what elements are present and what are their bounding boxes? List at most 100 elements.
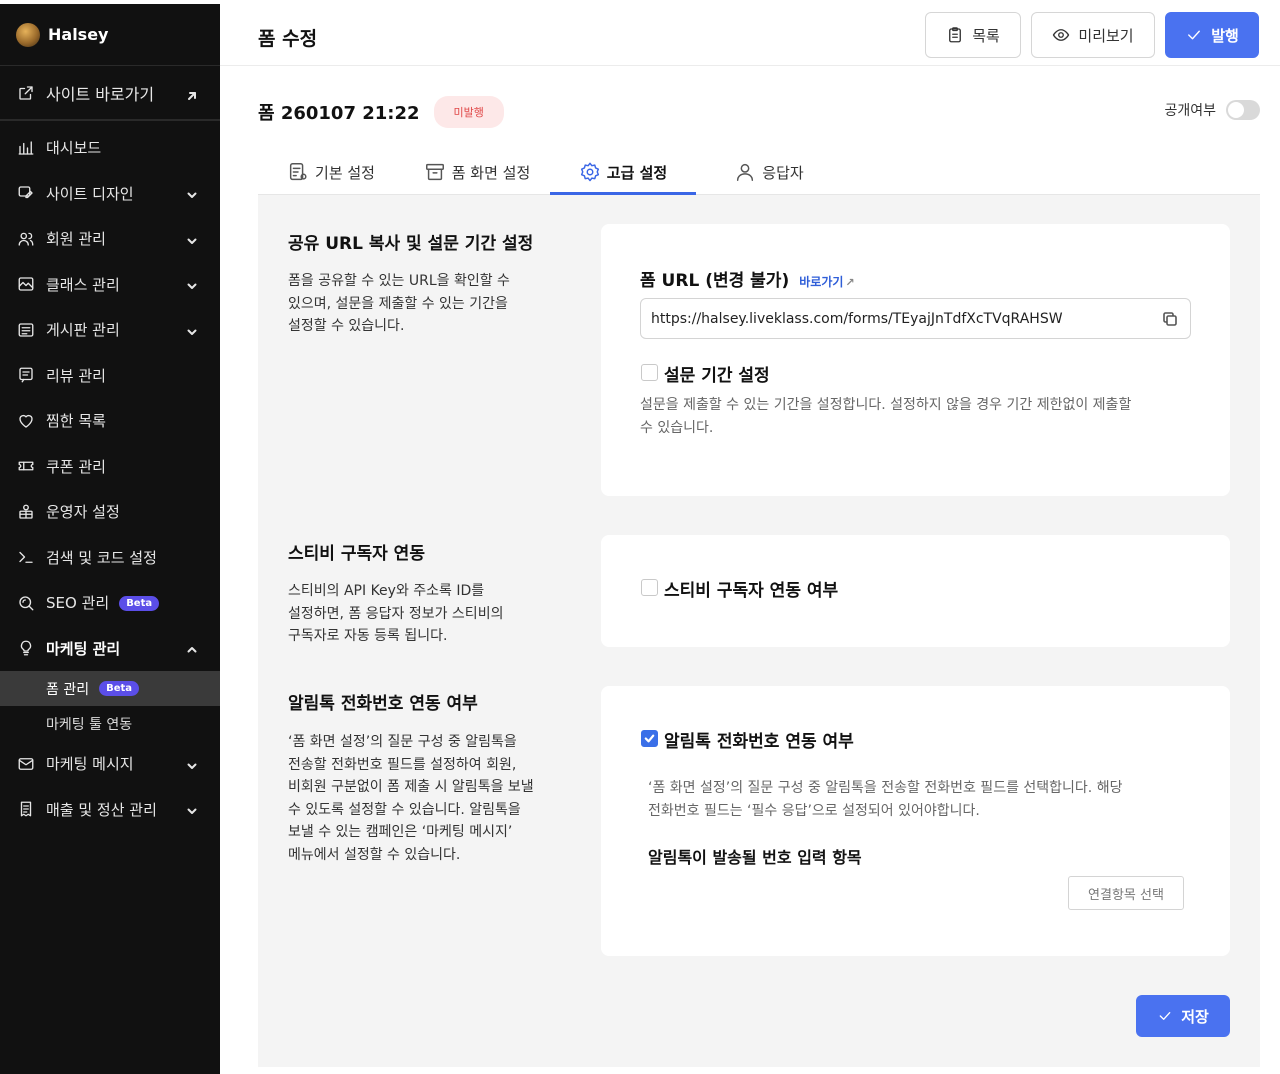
sidebar-item-coupon[interactable]: 쿠폰 관리 — [0, 444, 220, 490]
sidebar-item-site-shortcut[interactable]: 사이트 바로가기 — [0, 66, 220, 120]
coupon-icon — [16, 456, 36, 476]
save-button[interactable]: 저장 — [1136, 995, 1230, 1037]
sidebar-item-seo[interactable]: SEO 관리 Beta — [0, 580, 220, 626]
share-card: 폼 URL (변경 불가) 바로가기 ↗ https://halsey.livekl… — [601, 224, 1230, 496]
desc-line: ‘폼 화면 설정’의 질문 구성 중 알림톡을 전송할 전화번호 필드를 선택합… — [648, 780, 1123, 796]
form-url-value: https://halsey.liveklass.com/forms/TEyaj… — [651, 310, 1063, 327]
sidebar-item-text: 검색 및 코드 설정 — [46, 548, 157, 567]
sidebar-item-review[interactable]: 리뷰 관리 — [0, 353, 220, 399]
sidebar-item-receipt[interactable]: 매출 및 정산 관리 — [0, 787, 220, 833]
sidebar-item-text: 리뷰 관리 — [46, 366, 106, 385]
period-checkbox[interactable] — [641, 364, 658, 381]
alimtalk-checkbox[interactable] — [641, 730, 658, 747]
external-link-icon — [16, 83, 36, 103]
list-button[interactable]: 목록 — [925, 12, 1021, 58]
chevron-up-icon — [186, 642, 198, 654]
sidebar-item-operator[interactable]: 운영자 설정 — [0, 489, 220, 535]
heart-icon — [16, 411, 36, 431]
sidebar-item-heart[interactable]: 찜한 목록 — [0, 398, 220, 444]
gear-icon — [580, 162, 599, 182]
desc-line: 구독자로 자동 등록 됩니다. — [288, 628, 448, 644]
save-button-label: 저장 — [1181, 1007, 1209, 1026]
sidebar-item-label: 클래스 관리 — [46, 274, 186, 295]
preview-button[interactable]: 미리보기 — [1031, 12, 1155, 58]
alimtalk-section-title: 알림톡 전화번호 연동 여부 — [288, 694, 478, 714]
beta-badge: Beta — [99, 681, 140, 696]
terminal-icon — [16, 547, 36, 567]
brand[interactable]: Halsey — [0, 4, 220, 66]
status-badge: 미발행 — [433, 96, 504, 128]
select-linked-field-button[interactable]: 연결항목 선택 — [1068, 876, 1184, 910]
chevron-down-icon — [186, 758, 198, 770]
archive-icon — [425, 163, 444, 181]
sidebar-item-text: 마케팅 메시지 — [46, 755, 134, 774]
stibee-section-description: 스티비의 API Key와 주소록 ID를 설정하면, 폼 응답자 정보가 스티… — [288, 580, 558, 648]
sidebar-item-members[interactable]: 회원 관리 — [0, 216, 220, 262]
beta-badge: Beta — [119, 596, 160, 612]
sidebar-nav: 대시보드사이트 디자인회원 관리클래스 관리게시판 관리리뷰 관리찜한 목록쿠폰… — [0, 125, 220, 832]
publish-button[interactable]: 발행 — [1165, 12, 1259, 58]
chevron-down-icon — [186, 278, 198, 290]
tab-advanced-settings[interactable]: 고급 설정 — [550, 150, 696, 195]
header: 폼 수정 목록 미리보기 발행 — [220, 4, 1280, 66]
sidebar-item-text: 클래스 관리 — [46, 275, 120, 294]
period-description: 설문을 제출할 수 있는 기간을 설정합니다. 설정하지 않을 경우 기간 제한… — [640, 394, 1131, 439]
alimtalk-field-label: 알림톡이 발송될 번호 입력 항목 — [648, 848, 862, 867]
sidebar-item-text: 회원 관리 — [46, 230, 106, 249]
chevron-down-icon — [186, 803, 198, 815]
public-toggle-group: 공개여부 — [1164, 100, 1260, 120]
share-section-title: 공유 URL 복사 및 설문 기간 설정 — [288, 234, 534, 254]
stibee-checkbox-label: 스티비 구독자 연동 여부 — [664, 581, 839, 601]
share-section-description: 폼을 공유할 수 있는 URL을 확인할 수 있으며, 설문을 제출할 수 있는… — [288, 270, 558, 338]
public-label: 공개여부 — [1164, 103, 1216, 119]
sidebar-item-label: 회원 관리 — [46, 228, 186, 249]
sidebar-item-text: 사이트 디자인 — [46, 184, 134, 203]
tab-basic-settings[interactable]: 기본 설정 — [258, 150, 404, 194]
sidebar-item-label: SEO 관리 Beta — [46, 592, 198, 613]
check-icon — [644, 734, 654, 742]
arrow-up-right-icon — [186, 87, 198, 100]
alimtalk-card: 알림톡 전화번호 연동 여부 ‘폼 화면 설정’의 질문 구성 중 알림톡을 전… — [601, 686, 1230, 956]
sidebar-item-mail[interactable]: 마케팅 메시지 — [0, 741, 220, 787]
sidebar-item-board[interactable]: 게시판 관리 — [0, 307, 220, 353]
sidebar-item-dashboard[interactable]: 대시보드 — [0, 125, 220, 171]
tab-bar: 기본 설정 폼 화면 설정 고급 설정 응답자 — [258, 150, 1260, 195]
sidebar-item-bulb[interactable]: 마케팅 관리 — [0, 626, 220, 672]
sidebar-subitem[interactable]: 마케팅 툴 연동 — [0, 706, 220, 741]
preview-button-label: 미리보기 — [1078, 26, 1134, 45]
form-url-field[interactable]: https://halsey.liveklass.com/forms/TEyaj… — [640, 298, 1191, 339]
chevron-down-icon — [186, 324, 198, 336]
chevron-down-icon — [186, 233, 198, 245]
sidebar-item-label: 운영자 설정 — [46, 501, 198, 522]
arrow-up-right-icon: ↗ — [845, 276, 855, 289]
go-to-link[interactable]: 바로가기 — [799, 275, 843, 289]
sidebar-item-text: 찜한 목록 — [46, 412, 106, 431]
tab-respondents[interactable]: 응답자 — [696, 150, 842, 194]
sidebar-item-label: 쿠폰 관리 — [46, 456, 198, 477]
sidebar-item-label: 마케팅 메시지 — [46, 753, 186, 774]
eye-icon — [1053, 29, 1070, 41]
alimtalk-section-description: ‘폼 화면 설정’의 질문 구성 중 알림톡을 전송할 전화번호 필드를 설정하… — [288, 731, 558, 866]
tab-form-screen-settings[interactable]: 폼 화면 설정 — [404, 150, 550, 194]
sidebar-subitem[interactable]: 폼 관리 Beta — [0, 671, 220, 706]
stibee-checkbox[interactable] — [641, 579, 658, 596]
sidebar-item-class[interactable]: 클래스 관리 — [0, 262, 220, 308]
tab-label: 고급 설정 — [606, 163, 668, 182]
sidebar-item-design[interactable]: 사이트 디자인 — [0, 171, 220, 217]
desc-line: 보낼 수 있는 캠페인은 ‘마케팅 메시지’ — [288, 824, 513, 840]
form-url-label: 폼 URL (변경 불가) 바로가기 ↗ — [640, 266, 855, 291]
tab-label: 기본 설정 — [315, 163, 375, 182]
sidebar-item-label: 게시판 관리 — [46, 319, 186, 340]
sidebar-item-text: 대시보드 — [46, 139, 102, 158]
tab-label: 응답자 — [762, 163, 804, 182]
form-header: 폼 260107 21:22 미발행 — [258, 96, 504, 128]
desc-line: 설정할 수 있습니다. — [288, 318, 405, 334]
sidebar-item-label: 리뷰 관리 — [46, 365, 198, 386]
desc-line: ‘폼 화면 설정’의 질문 구성 중 알림톡을 — [288, 734, 517, 750]
brand-name: Halsey — [48, 25, 109, 44]
list-button-label: 목록 — [972, 26, 1000, 45]
copy-icon[interactable] — [1162, 311, 1178, 327]
public-toggle[interactable] — [1226, 100, 1260, 120]
members-icon — [16, 229, 36, 249]
sidebar-item-terminal[interactable]: 검색 및 코드 설정 — [0, 535, 220, 581]
